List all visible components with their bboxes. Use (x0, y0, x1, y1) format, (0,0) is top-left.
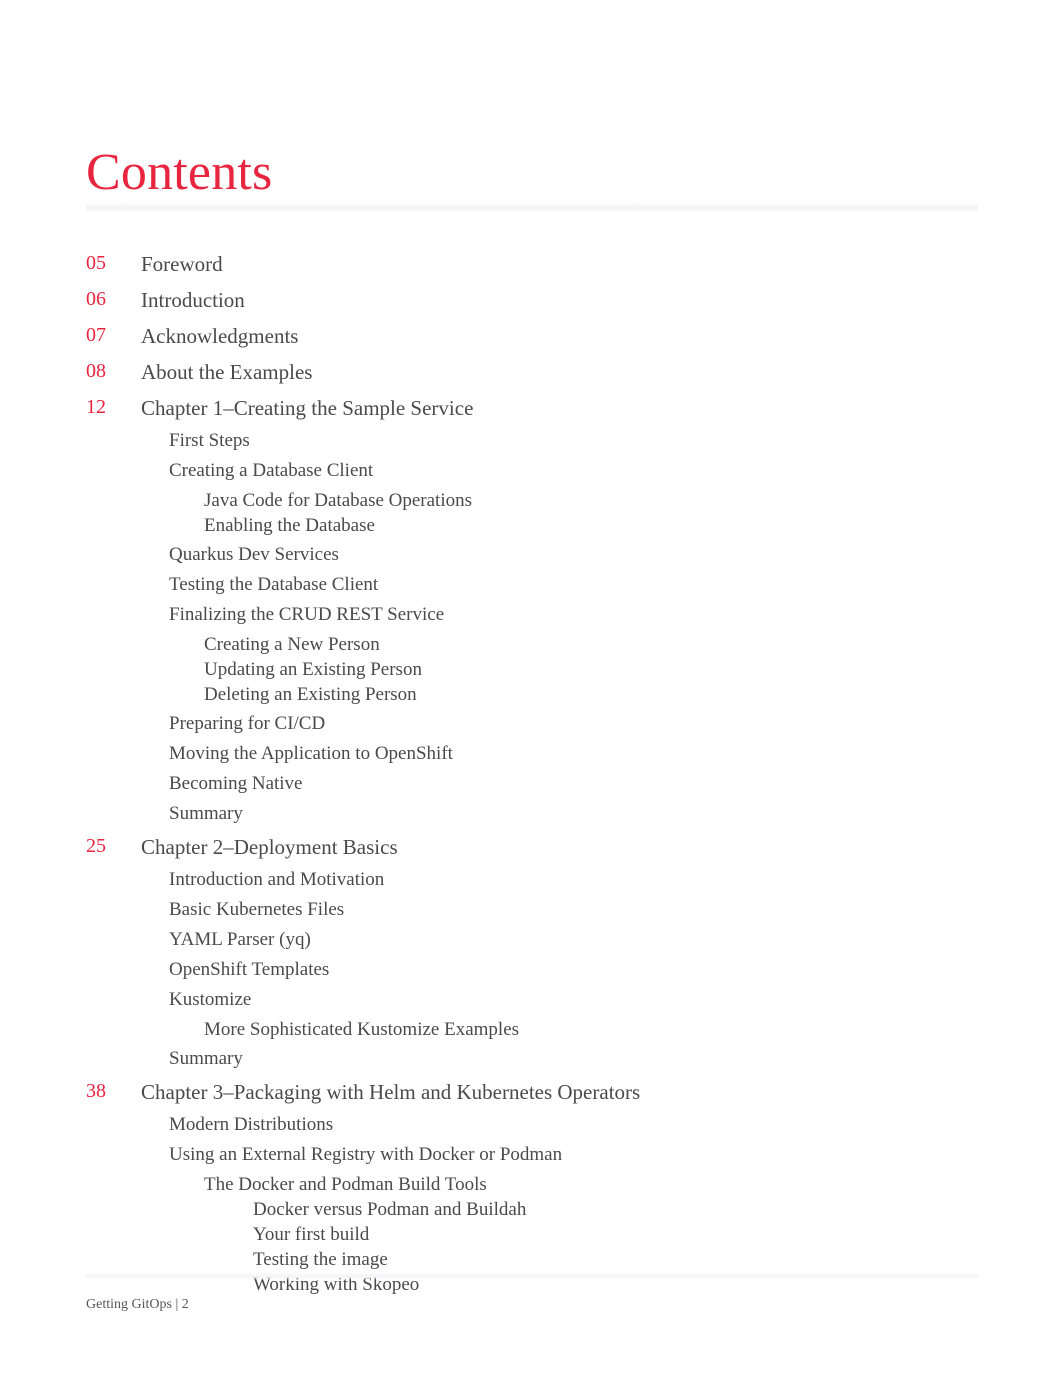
toc-entry-label: Kustomize (169, 989, 252, 1010)
toc-entry-label: Becoming Native (169, 773, 303, 794)
toc-entry-label: First Steps (169, 430, 250, 451)
toc-chapter-row[interactable]: 07 Acknowledgments (0, 324, 1062, 358)
toc-entry-label: Testing the Database Client (169, 574, 379, 595)
toc-entry-row[interactable]: Summary (0, 1048, 1062, 1078)
toc-entry-row[interactable]: Enabling the Database (0, 515, 1062, 540)
toc-page: Contents 05 Foreword 06 Introduction 07 Ackno… (0, 0, 1062, 1376)
toc-entry-label: Basic Kubernetes Files (169, 899, 345, 920)
toc-chapter-row[interactable]: 06 Introduction (0, 288, 1062, 322)
toc-entry-row[interactable]: Preparing for CI/CD (0, 713, 1062, 743)
toc-page-number: 38 (86, 1080, 106, 1102)
toc-chapter-row[interactable]: 05 Foreword (0, 252, 1062, 286)
toc-entry-label: Finalizing the CRUD REST Service (169, 604, 445, 625)
toc-entry-row[interactable]: Creating a Database Client (0, 460, 1062, 490)
toc-page-number: 25 (86, 835, 106, 857)
toc-entry-label: Testing the image (253, 1249, 388, 1270)
toc-entry-label: Creating a New Person (204, 634, 380, 655)
page-footer: Getting GitOps | 2 (86, 1297, 189, 1312)
toc-entry-label: More Sophisticated Kustomize Examples (204, 1019, 520, 1040)
toc-entry-label: Enabling the Database (204, 515, 375, 536)
toc-entry-row[interactable]: Testing the Database Client (0, 574, 1062, 604)
toc-entry-label: Preparing for CI/CD (169, 713, 326, 734)
toc-entry-label: Chapter 2–Deployment Basics (141, 835, 398, 859)
toc-entry-row[interactable]: Kustomize (0, 989, 1062, 1019)
toc-entry-row[interactable]: Deleting an Existing Person (0, 684, 1062, 709)
toc-entry-label: YAML Parser (yq) (169, 929, 311, 950)
toc-entry-label: Foreword (141, 252, 223, 276)
toc-entry-row[interactable]: Becoming Native (0, 773, 1062, 803)
toc-entry-label: Summary (169, 803, 243, 824)
toc-entry-row[interactable]: Your first build (0, 1224, 1062, 1249)
toc-chapter-row[interactable]: 08 About the Examples (0, 360, 1062, 394)
toc-entry-row[interactable]: OpenShift Templates (0, 959, 1062, 989)
toc-list: 05 Foreword 06 Introduction 07 Acknowledgment… (0, 252, 1062, 1299)
toc-entry-label: Java Code for Database Operations (204, 490, 473, 511)
toc-entry-row[interactable]: Moving the Application to OpenShift (0, 743, 1062, 773)
toc-entry-row[interactable]: Modern Distributions (0, 1114, 1062, 1144)
toc-page-number: 12 (86, 396, 106, 418)
toc-entry-row[interactable]: Finalizing the CRUD REST Service (0, 604, 1062, 634)
toc-page-number: 08 (86, 360, 106, 382)
toc-entry-label: The Docker and Podman Build Tools (204, 1174, 487, 1195)
page-title: Contents (86, 143, 273, 201)
toc-entry-row[interactable]: Basic Kubernetes Files (0, 899, 1062, 929)
toc-entry-row[interactable]: Using an External Registry with Docker o… (0, 1144, 1062, 1174)
footer-divider (86, 1272, 978, 1280)
toc-entry-label: OpenShift Templates (169, 959, 330, 980)
toc-entry-label: Docker versus Podman and Buildah (253, 1199, 527, 1220)
toc-entry-label: Summary (169, 1048, 243, 1069)
toc-entry-label: Modern Distributions (169, 1114, 334, 1135)
toc-entry-label: Acknowledgments (141, 324, 299, 348)
toc-entry-row[interactable]: The Docker and Podman Build Tools (0, 1174, 1062, 1199)
header-divider (86, 203, 978, 212)
toc-entry-label: Creating a Database Client (169, 460, 374, 481)
toc-entry-row[interactable]: YAML Parser (yq) (0, 929, 1062, 959)
toc-page-number: 07 (86, 324, 106, 346)
toc-entry-label: Quarkus Dev Services (169, 544, 339, 565)
toc-entry-label: Deleting an Existing Person (204, 684, 417, 705)
toc-entry-row[interactable]: Summary (0, 803, 1062, 833)
toc-entry-label: Moving the Application to OpenShift (169, 743, 453, 764)
toc-entry-label: Introduction (141, 288, 245, 312)
toc-entry-row[interactable]: Testing the image (0, 1249, 1062, 1274)
toc-page-number: 05 (86, 252, 106, 274)
toc-page-number: 06 (86, 288, 106, 310)
toc-entry-row[interactable]: Creating a New Person (0, 634, 1062, 659)
toc-entry-label: About the Examples (141, 360, 313, 384)
toc-chapter-row[interactable]: 38 Chapter 3–Packaging with Helm and Kube… (0, 1080, 1062, 1114)
toc-entry-label: Updating an Existing Person (204, 659, 422, 680)
toc-entry-row[interactable]: Introduction and Motivation (0, 869, 1062, 899)
toc-entry-label: Introduction and Motivation (169, 869, 385, 890)
toc-chapter-row[interactable]: 25 Chapter 2–Deployment Basics (0, 835, 1062, 869)
toc-entry-row[interactable]: More Sophisticated Kustomize Examples (0, 1019, 1062, 1044)
toc-entry-row[interactable]: First Steps (0, 430, 1062, 460)
toc-entry-label: Chapter 1–Creating the Sample Service (141, 396, 474, 420)
toc-entry-label: Your first build (253, 1224, 370, 1245)
toc-entry-row[interactable]: Quarkus Dev Services (0, 544, 1062, 574)
toc-entry-row[interactable]: Updating an Existing Person (0, 659, 1062, 684)
toc-entry-row[interactable]: Docker versus Podman and Buildah (0, 1199, 1062, 1224)
toc-entry-label: Chapter 3–Packaging with Helm and Kubern… (141, 1080, 641, 1104)
toc-chapter-row[interactable]: 12 Chapter 1–Creating the Sample Service (0, 396, 1062, 430)
toc-entry-label: Using an External Registry with Docker o… (169, 1144, 563, 1165)
toc-entry-row[interactable]: Java Code for Database Operations (0, 490, 1062, 515)
